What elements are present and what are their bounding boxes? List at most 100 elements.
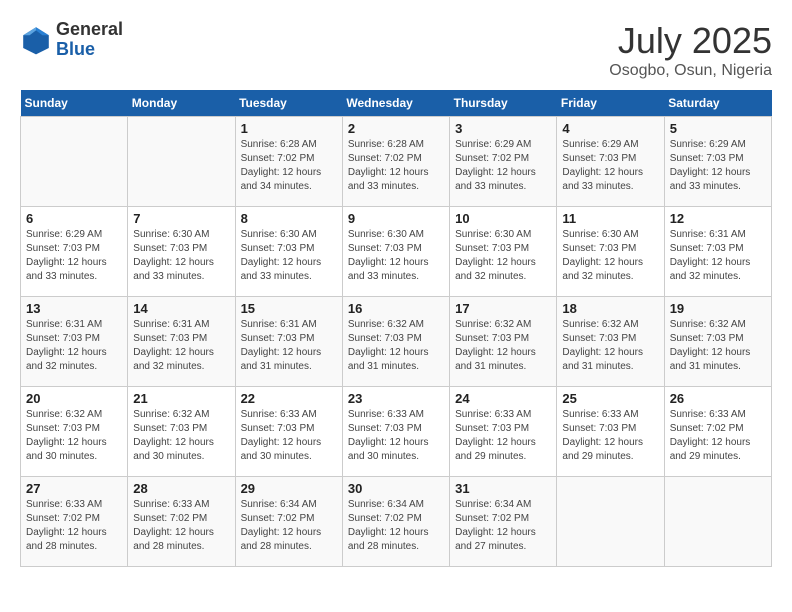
day-number: 2 [348, 121, 444, 136]
day-info: Sunrise: 6:32 AM Sunset: 7:03 PM Dayligh… [348, 318, 444, 374]
day-number: 6 [26, 211, 122, 226]
logo-icon [20, 24, 52, 56]
calendar-cell: 14Sunrise: 6:31 AM Sunset: 7:03 PM Dayli… [128, 297, 235, 387]
day-info: Sunrise: 6:34 AM Sunset: 7:02 PM Dayligh… [241, 498, 337, 554]
logo-general: General [56, 19, 123, 39]
calendar-cell [557, 477, 664, 567]
calendar-cell: 10Sunrise: 6:30 AM Sunset: 7:03 PM Dayli… [450, 207, 557, 297]
day-of-week-header: Friday [557, 90, 664, 117]
day-number: 16 [348, 301, 444, 316]
calendar-cell: 2 Sunrise: 6:28 AM Sunset: 7:02 PM Daylig… [342, 117, 449, 207]
calendar-cell: 26 Sunrise: 6:33 AM Sunset: 7:02 PM Dayli… [664, 387, 771, 477]
calendar-cell [21, 117, 128, 207]
calendar-cell: 20 Sunrise: 6:32 AM Sunset: 7:03 PM Dayli… [21, 387, 128, 477]
calendar-cell: 9Sunrise: 6:30 AM Sunset: 7:03 PM Daylig… [342, 207, 449, 297]
day-number: 12 [670, 211, 766, 226]
day-info: Sunrise: 6:33 AM Sunset: 7:02 PM Dayligh… [670, 408, 766, 464]
calendar-cell: 18 Sunrise: 6:32 AM Sunset: 7:03 PM Dayli… [557, 297, 664, 387]
month-year: July 2025 [609, 20, 772, 62]
day-info: Sunrise: 6:33 AM Sunset: 7:03 PM Dayligh… [562, 408, 658, 464]
day-number: 29 [241, 481, 337, 496]
calendar-cell: 30 Sunrise: 6:34 AM Sunset: 7:02 PM Dayli… [342, 477, 449, 567]
day-number: 25 [562, 391, 658, 406]
calendar-cell: 4 Sunrise: 6:29 AM Sunset: 7:03 PM Daylig… [557, 117, 664, 207]
calendar-week-row: 6 Sunrise: 6:29 AM Sunset: 7:03 PM Daylig… [21, 207, 772, 297]
calendar-week-row: 1 Sunrise: 6:28 AM Sunset: 7:02 PM Daylig… [21, 117, 772, 207]
calendar-cell: 31Sunrise: 6:34 AM Sunset: 7:02 PM Dayli… [450, 477, 557, 567]
calendar-cell [664, 477, 771, 567]
day-number: 9 [348, 211, 444, 226]
logo-blue: Blue [56, 39, 95, 59]
day-info: Sunrise: 6:32 AM Sunset: 7:03 PM Dayligh… [562, 318, 658, 374]
calendar-cell: 24Sunrise: 6:33 AM Sunset: 7:03 PM Dayli… [450, 387, 557, 477]
day-number: 30 [348, 481, 444, 496]
location: Osogbo, Osun, Nigeria [609, 62, 772, 80]
day-info: Sunrise: 6:28 AM Sunset: 7:02 PM Dayligh… [348, 138, 444, 194]
day-number: 27 [26, 481, 122, 496]
calendar-cell: 23 Sunrise: 6:33 AM Sunset: 7:03 PM Dayli… [342, 387, 449, 477]
calendar-cell: 25 Sunrise: 6:33 AM Sunset: 7:03 PM Dayli… [557, 387, 664, 477]
calendar-cell: 1 Sunrise: 6:28 AM Sunset: 7:02 PM Daylig… [235, 117, 342, 207]
day-number: 19 [670, 301, 766, 316]
calendar-cell: 6 Sunrise: 6:29 AM Sunset: 7:03 PM Daylig… [21, 207, 128, 297]
day-info: Sunrise: 6:31 AM Sunset: 7:03 PM Dayligh… [133, 318, 229, 374]
day-info: Sunrise: 6:33 AM Sunset: 7:03 PM Dayligh… [455, 408, 551, 464]
day-number: 26 [670, 391, 766, 406]
day-info: Sunrise: 6:33 AM Sunset: 7:02 PM Dayligh… [133, 498, 229, 554]
calendar-cell: 16 Sunrise: 6:32 AM Sunset: 7:03 PM Dayli… [342, 297, 449, 387]
day-number: 3 [455, 121, 551, 136]
calendar-cell: 27 Sunrise: 6:33 AM Sunset: 7:02 PM Dayli… [21, 477, 128, 567]
day-number: 23 [348, 391, 444, 406]
day-info: Sunrise: 6:30 AM Sunset: 7:03 PM Dayligh… [133, 228, 229, 284]
day-number: 1 [241, 121, 337, 136]
page-header: General Blue July 2025 Osogbo, Osun, Nig… [20, 20, 772, 80]
day-number: 21 [133, 391, 229, 406]
day-number: 10 [455, 211, 551, 226]
day-info: Sunrise: 6:33 AM Sunset: 7:03 PM Dayligh… [348, 408, 444, 464]
day-number: 8 [241, 211, 337, 226]
day-info: Sunrise: 6:29 AM Sunset: 7:02 PM Dayligh… [455, 138, 551, 194]
title-block: July 2025 Osogbo, Osun, Nigeria [609, 20, 772, 80]
day-info: Sunrise: 6:30 AM Sunset: 7:03 PM Dayligh… [562, 228, 658, 284]
day-info: Sunrise: 6:29 AM Sunset: 7:03 PM Dayligh… [26, 228, 122, 284]
day-number: 13 [26, 301, 122, 316]
calendar-cell: 8Sunrise: 6:30 AM Sunset: 7:03 PM Daylig… [235, 207, 342, 297]
day-of-week-header: Thursday [450, 90, 557, 117]
day-number: 7 [133, 211, 229, 226]
calendar-cell: 12 Sunrise: 6:31 AM Sunset: 7:03 PM Dayli… [664, 207, 771, 297]
calendar-cell: 5Sunrise: 6:29 AM Sunset: 7:03 PM Daylig… [664, 117, 771, 207]
day-number: 28 [133, 481, 229, 496]
day-info: Sunrise: 6:29 AM Sunset: 7:03 PM Dayligh… [670, 138, 766, 194]
day-info: Sunrise: 6:31 AM Sunset: 7:03 PM Dayligh… [670, 228, 766, 284]
calendar-cell: 22 Sunrise: 6:33 AM Sunset: 7:03 PM Dayli… [235, 387, 342, 477]
calendar-week-row: 27 Sunrise: 6:33 AM Sunset: 7:02 PM Dayli… [21, 477, 772, 567]
calendar-week-row: 20 Sunrise: 6:32 AM Sunset: 7:03 PM Dayli… [21, 387, 772, 477]
day-info: Sunrise: 6:32 AM Sunset: 7:03 PM Dayligh… [26, 408, 122, 464]
logo: General Blue [20, 20, 123, 60]
calendar-cell: 15Sunrise: 6:31 AM Sunset: 7:03 PM Dayli… [235, 297, 342, 387]
day-info: Sunrise: 6:33 AM Sunset: 7:02 PM Dayligh… [26, 498, 122, 554]
day-of-week-header: Saturday [664, 90, 771, 117]
calendar-cell: 19Sunrise: 6:32 AM Sunset: 7:03 PM Dayli… [664, 297, 771, 387]
calendar-cell: 29 Sunrise: 6:34 AM Sunset: 7:02 PM Dayli… [235, 477, 342, 567]
calendar-cell: 28 Sunrise: 6:33 AM Sunset: 7:02 PM Dayli… [128, 477, 235, 567]
day-number: 4 [562, 121, 658, 136]
calendar-week-row: 13 Sunrise: 6:31 AM Sunset: 7:03 PM Dayli… [21, 297, 772, 387]
calendar-cell: 21Sunrise: 6:32 AM Sunset: 7:03 PM Dayli… [128, 387, 235, 477]
calendar-cell: 3 Sunrise: 6:29 AM Sunset: 7:02 PM Daylig… [450, 117, 557, 207]
day-info: Sunrise: 6:29 AM Sunset: 7:03 PM Dayligh… [562, 138, 658, 194]
logo-text: General Blue [56, 20, 123, 60]
calendar-table: SundayMondayTuesdayWednesdayThursdayFrid… [20, 90, 772, 567]
day-info: Sunrise: 6:34 AM Sunset: 7:02 PM Dayligh… [455, 498, 551, 554]
day-of-week-header: Monday [128, 90, 235, 117]
day-info: Sunrise: 6:31 AM Sunset: 7:03 PM Dayligh… [26, 318, 122, 374]
day-of-week-header: Sunday [21, 90, 128, 117]
day-info: Sunrise: 6:33 AM Sunset: 7:03 PM Dayligh… [241, 408, 337, 464]
day-number: 20 [26, 391, 122, 406]
day-number: 22 [241, 391, 337, 406]
day-info: Sunrise: 6:32 AM Sunset: 7:03 PM Dayligh… [455, 318, 551, 374]
day-info: Sunrise: 6:34 AM Sunset: 7:02 PM Dayligh… [348, 498, 444, 554]
day-of-week-header: Wednesday [342, 90, 449, 117]
day-info: Sunrise: 6:28 AM Sunset: 7:02 PM Dayligh… [241, 138, 337, 194]
day-number: 18 [562, 301, 658, 316]
